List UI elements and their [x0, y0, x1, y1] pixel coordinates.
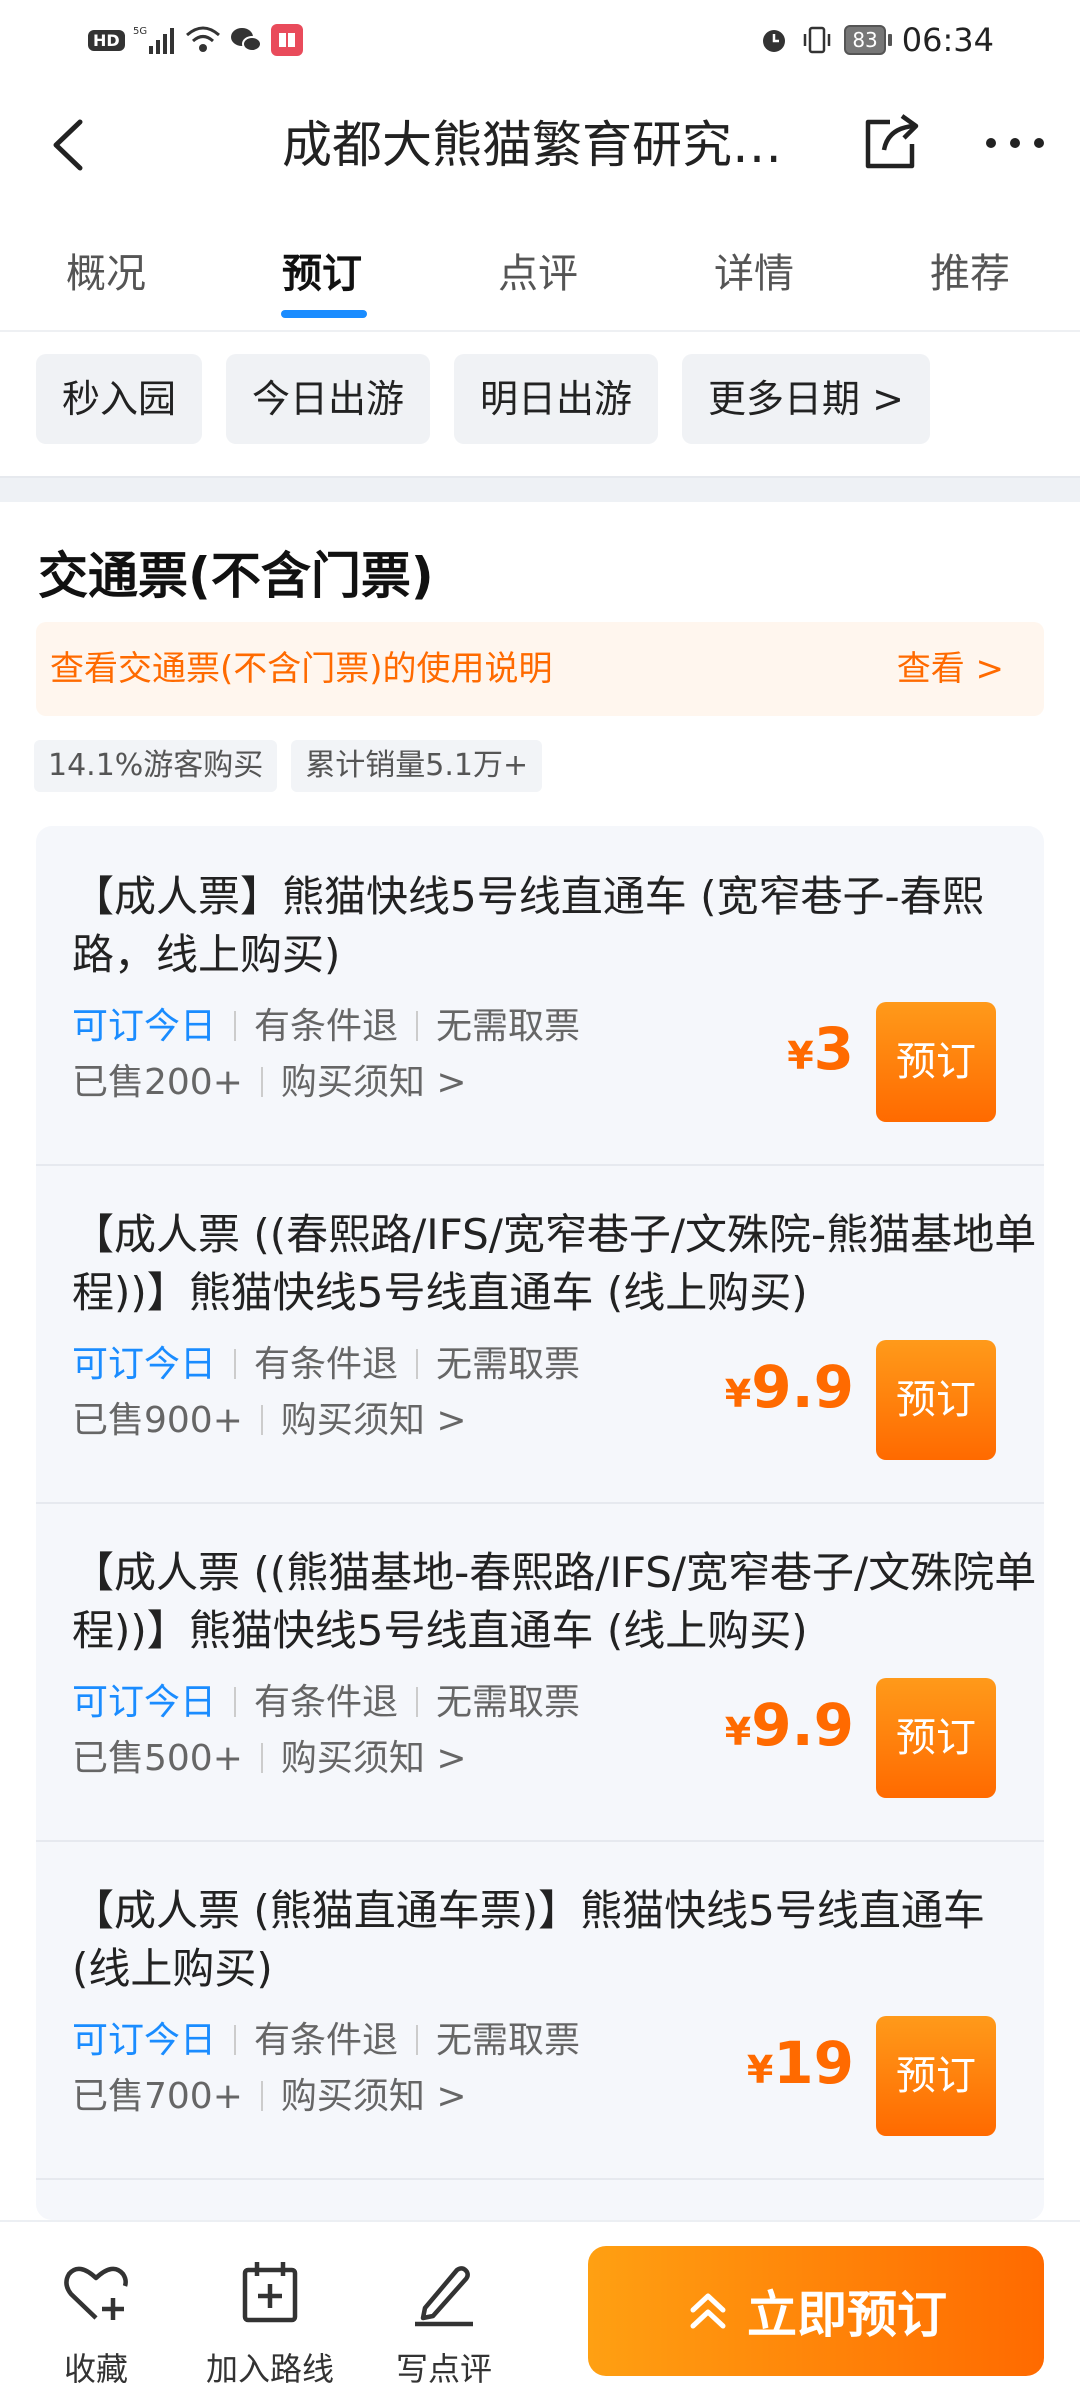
purchase-rate-tag: 14.1%游客购买 [34, 740, 278, 792]
wifi-icon [185, 26, 220, 52]
stats-tags: 14.1%游客购买 累计销量5.1万+ [34, 740, 543, 792]
chip-more-dates[interactable]: 更多日期 > [682, 354, 930, 444]
status-right: 83 06:34 [758, 20, 994, 60]
usage-notice-link[interactable]: 查看 > [897, 622, 1004, 716]
favorite-button[interactable]: 收藏 [26, 2258, 166, 2390]
vibrate-icon [804, 26, 831, 54]
favorite-label: 收藏 [63, 2350, 128, 2388]
back-arrow-icon[interactable] [40, 112, 100, 178]
ticket-sales-row: 已售700+ 购买须知 > [72, 2072, 467, 2122]
status-bar: HD 5G 83 06:34 [0, 0, 1080, 80]
double-chevron-up-icon [690, 2293, 726, 2329]
ticket-tags: 可订今日 有条件退 无需取票 [72, 1002, 580, 1052]
refund-tag: 有条件退 [254, 2020, 399, 2061]
purchase-notice-link[interactable]: 购买须知 > [281, 1738, 467, 1779]
battery-icon: 83 [844, 25, 892, 55]
pickup-tag: 无需取票 [436, 2020, 581, 2061]
sold-count: 已售200+ [72, 1062, 243, 1103]
tab-recommend[interactable]: 推荐 [930, 244, 1010, 304]
total-sales-tag: 累计销量5.1万+ [291, 740, 543, 792]
battery-level: 83 [844, 25, 886, 55]
clock: 06:34 [901, 21, 994, 59]
active-tab-indicator [281, 310, 367, 318]
ticket-title: 【成人票 ((春熙路/IFS/宽窄巷子/文殊院-熊猫基地单程))】熊猫快线5号线… [72, 1210, 1037, 1317]
bottom-action-bar: 收藏 加入路线 写点评 立即预订 [0, 2220, 1080, 2402]
book-button[interactable]: 预订 [876, 1340, 996, 1460]
pickup-tag: 无需取票 [436, 1682, 581, 1723]
book-button[interactable]: 预订 [876, 1678, 996, 1798]
book-now-label: 立即预订 [747, 2286, 947, 2344]
app-notification-icon [270, 24, 303, 56]
refund-tag: 有条件退 [254, 1682, 399, 1723]
write-review-button[interactable]: 写点评 [374, 2258, 514, 2390]
ticket-list: 【成人票】熊猫快线5号线直通车 (宽窄巷子-春熙路，线上购买) 可订今日 有条件退… [36, 826, 1044, 2220]
available-today-tag: 可订今日 [72, 1344, 217, 1385]
svg-text:5G: 5G [133, 26, 147, 37]
tab-bar: 概况 预订 点评 详情 推荐 [0, 230, 1080, 332]
sold-count: 已售500+ [72, 1738, 243, 1779]
more-icon[interactable] [970, 108, 1060, 178]
available-today-tag: 可订今日 [72, 2020, 217, 2061]
ticket-price: ¥9.9 [724, 1353, 854, 1421]
book-now-button[interactable]: 立即预订 [588, 2246, 1044, 2376]
usage-notice-text: 查看交通票(不含门票)的使用说明 [50, 649, 553, 689]
add-route-button[interactable]: 加入路线 [200, 2258, 340, 2390]
hd-indicator: HD [88, 29, 125, 51]
ticket-title: 【成人票 ((熊猫基地-春熙路/IFS/宽窄巷子/文殊院单程))】熊猫快线5号线… [72, 1548, 1037, 1655]
heart-plus-icon [64, 2266, 128, 2320]
chip-instant-entry[interactable]: 秒入园 [36, 354, 203, 444]
ticket-item[interactable]: 【成人票 ((春熙路/IFS/宽窄巷子/文殊院-熊猫基地单程))】熊猫快线5号线… [36, 1164, 1044, 1504]
ticket-tags: 可订今日 有条件退 无需取票 [72, 2016, 580, 2066]
ticket-price: ¥3 [787, 1015, 854, 1083]
tab-details[interactable]: 详情 [714, 244, 794, 304]
tab-overview[interactable]: 概况 [66, 244, 146, 304]
share-icon[interactable] [856, 108, 926, 178]
pickup-tag: 无需取票 [436, 1344, 581, 1385]
section-title: 交通票(不含门票) [38, 547, 434, 605]
refund-tag: 有条件退 [254, 1006, 399, 1047]
book-button[interactable]: 预订 [876, 1002, 996, 1122]
ticket-item[interactable]: 【成人票 (熊猫直通车票)】熊猫快线5号线直通车 (线上购买) 可订今日 有条件退… [36, 1840, 1044, 2180]
tab-reviews[interactable]: 点评 [498, 244, 578, 304]
ticket-sales-row: 已售900+ 购买须知 > [72, 1396, 467, 1446]
pen-icon [415, 2266, 473, 2327]
chip-tomorrow[interactable]: 明日出游 [454, 354, 659, 444]
refund-tag: 有条件退 [254, 1344, 399, 1385]
write-review-label: 写点评 [395, 2350, 492, 2388]
ticket-item[interactable]: 【成人票】熊猫快线5号线直通车 (宽窄巷子-春熙路，线上购买) 可订今日 有条件退… [36, 826, 1044, 1166]
purchase-notice-link[interactable]: 购买须知 > [281, 2076, 467, 2117]
section-divider [0, 476, 1080, 502]
status-left: HD 5G [88, 20, 303, 60]
ticket-price: ¥19 [746, 2029, 854, 2097]
ticket-item[interactable]: 【成人票 ((熊猫基地-春熙路/IFS/宽窄巷子/文殊院单程))】熊猫快线5号线… [36, 1502, 1044, 1842]
ticket-price: ¥9.9 [724, 1691, 854, 1759]
ticket-tags: 可订今日 有条件退 无需取票 [72, 1678, 580, 1728]
purchase-notice-link[interactable]: 购买须知 > [281, 1062, 467, 1103]
pickup-tag: 无需取票 [436, 1006, 581, 1047]
ticket-tags: 可订今日 有条件退 无需取票 [72, 1340, 580, 1390]
ticket-title: 【成人票 (熊猫直通车票)】熊猫快线5号线直通车 (线上购买) [72, 1886, 985, 1993]
ticket-title: 【成人票】熊猫快线5号线直通车 (宽窄巷子-春熙路，线上购买) [72, 872, 984, 979]
book-button[interactable]: 预订 [876, 2016, 996, 2136]
alarm-icon [763, 30, 786, 52]
date-filter-chips: 秒入园 今日出游 明日出游 更多日期 > [36, 354, 930, 444]
usage-notice-banner[interactable]: 查看交通票(不含门票)的使用说明 查看 > [36, 622, 1044, 716]
page-title: 成都大熊猫繁育研究… [282, 116, 782, 174]
ticket-sales-row: 已售500+ 购买须知 > [72, 1734, 467, 1784]
signal-icon: 5G [133, 26, 174, 54]
sold-count: 已售700+ [72, 2076, 243, 2117]
chip-today[interactable]: 今日出游 [226, 354, 431, 444]
available-today-tag: 可订今日 [72, 1682, 217, 1723]
ticket-sales-row: 已售200+ 购买须知 > [72, 1058, 467, 1108]
wechat-icon [230, 28, 262, 52]
tab-booking[interactable]: 预订 [282, 244, 362, 304]
add-route-label: 加入路线 [205, 2350, 334, 2388]
purchase-notice-link[interactable]: 购买须知 > [281, 1400, 467, 1441]
calendar-add-icon [242, 2262, 298, 2323]
available-today-tag: 可订今日 [72, 1006, 217, 1047]
sold-count: 已售900+ [72, 1400, 243, 1441]
nav-bar: 成都大熊猫繁育研究… [0, 90, 1080, 200]
